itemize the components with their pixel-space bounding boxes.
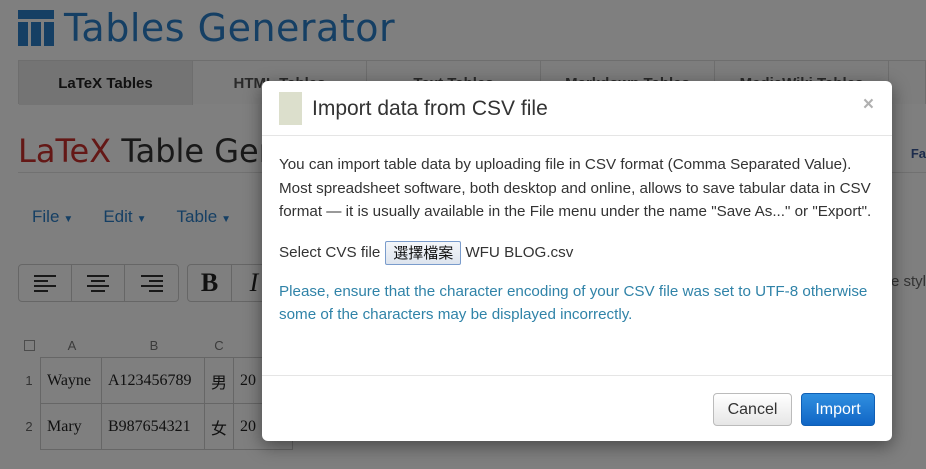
selected-file-name: WFU BLOG.csv [465,244,574,261]
import-csv-dialog: Import data from CSV file × You can impo… [262,81,892,441]
cancel-button[interactable]: Cancel [713,393,792,426]
dialog-header-icon [279,92,302,125]
dialog-title: Import data from CSV file [312,97,548,120]
file-picker-row: Select CVS file 選擇檔案 WFU BLOG.csv [279,240,879,266]
import-button[interactable]: Import [801,393,875,426]
dialog-footer: Cancel Import [262,375,892,441]
close-icon[interactable]: × [863,94,874,116]
dialog-body: You can import table data by uploading f… [279,153,879,327]
dialog-header: Import data from CSV file × [262,81,892,136]
dialog-description: You can import table data by uploading f… [279,156,872,220]
choose-file-button[interactable]: 選擇檔案 [385,240,462,265]
file-picker-label: Select CVS file [279,244,381,261]
encoding-note: Please, ensure that the character encodi… [279,282,868,324]
